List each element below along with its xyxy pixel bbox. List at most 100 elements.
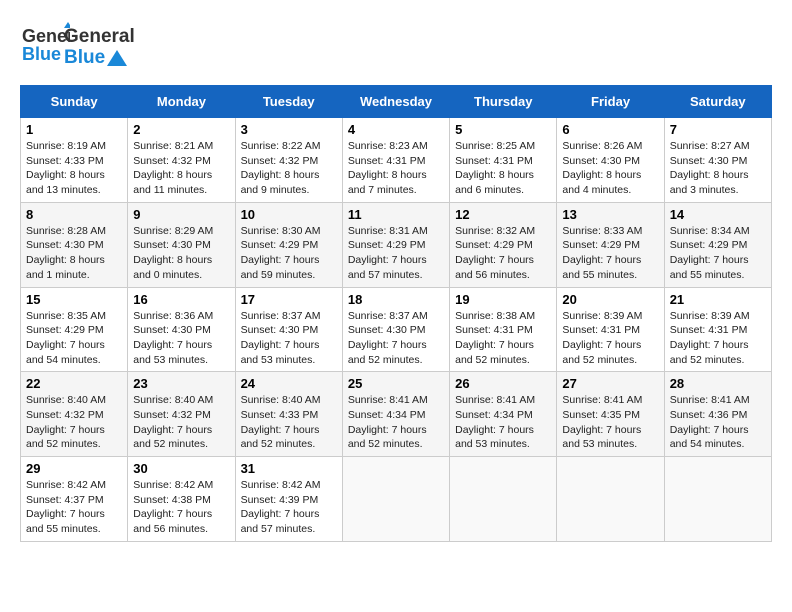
day-info: Sunrise: 8:28 AM Sunset: 4:30 PM Dayligh… [26,224,122,283]
day-info: Sunrise: 8:41 AM Sunset: 4:35 PM Dayligh… [562,393,658,452]
calendar-table: SundayMondayTuesdayWednesdayThursdayFrid… [20,85,772,542]
day-number: 15 [26,292,122,307]
daylight-label: Daylight: 7 hours and 52 minutes. [241,424,320,451]
calendar-cell: 17 Sunrise: 8:37 AM Sunset: 4:30 PM Dayl… [235,287,342,372]
sunset-label: Sunset: 4:30 PM [26,239,104,251]
daylight-label: Daylight: 8 hours and 4 minutes. [562,169,641,196]
svg-text:General: General [22,26,70,46]
daylight-label: Daylight: 7 hours and 52 minutes. [455,339,534,366]
sunset-label: Sunset: 4:29 PM [670,239,748,251]
calendar-cell: 22 Sunrise: 8:40 AM Sunset: 4:32 PM Dayl… [21,372,128,457]
sunset-label: Sunset: 4:30 PM [133,324,211,336]
day-info: Sunrise: 8:34 AM Sunset: 4:29 PM Dayligh… [670,224,766,283]
sunrise-label: Sunrise: 8:41 AM [455,394,535,406]
page-header: General Blue General Blue [20,20,772,75]
day-number: 25 [348,376,444,391]
day-number: 14 [670,207,766,222]
sunrise-label: Sunrise: 8:37 AM [348,310,428,322]
day-number: 7 [670,122,766,137]
logo-bird-icon [107,50,127,66]
day-number: 10 [241,207,337,222]
weekday-header-friday: Friday [557,86,664,118]
daylight-label: Daylight: 7 hours and 53 minutes. [241,339,320,366]
sunrise-label: Sunrise: 8:31 AM [348,225,428,237]
sunrise-label: Sunrise: 8:22 AM [241,140,321,152]
daylight-label: Daylight: 7 hours and 52 minutes. [562,339,641,366]
day-info: Sunrise: 8:31 AM Sunset: 4:29 PM Dayligh… [348,224,444,283]
sunset-label: Sunset: 4:36 PM [670,409,748,421]
day-number: 26 [455,376,551,391]
day-number: 9 [133,207,229,222]
calendar-cell: 16 Sunrise: 8:36 AM Sunset: 4:30 PM Dayl… [128,287,235,372]
sunrise-label: Sunrise: 8:39 AM [670,310,750,322]
calendar-cell: 8 Sunrise: 8:28 AM Sunset: 4:30 PM Dayli… [21,202,128,287]
day-number: 23 [133,376,229,391]
day-info: Sunrise: 8:32 AM Sunset: 4:29 PM Dayligh… [455,224,551,283]
sunset-label: Sunset: 4:39 PM [241,494,319,506]
day-info: Sunrise: 8:22 AM Sunset: 4:32 PM Dayligh… [241,139,337,198]
sunset-label: Sunset: 4:37 PM [26,494,104,506]
calendar-cell: 25 Sunrise: 8:41 AM Sunset: 4:34 PM Dayl… [342,372,449,457]
calendar-cell: 7 Sunrise: 8:27 AM Sunset: 4:30 PM Dayli… [664,118,771,203]
sunset-label: Sunset: 4:30 PM [133,239,211,251]
calendar-cell: 20 Sunrise: 8:39 AM Sunset: 4:31 PM Dayl… [557,287,664,372]
sunrise-label: Sunrise: 8:33 AM [562,225,642,237]
logo-blue-text: Blue [64,48,135,69]
weekday-header-thursday: Thursday [450,86,557,118]
sunrise-label: Sunrise: 8:41 AM [670,394,750,406]
sunset-label: Sunset: 4:31 PM [348,155,426,167]
logo: General Blue General Blue [20,20,135,75]
sunset-label: Sunset: 4:29 PM [26,324,104,336]
calendar-cell: 26 Sunrise: 8:41 AM Sunset: 4:34 PM Dayl… [450,372,557,457]
sunrise-label: Sunrise: 8:26 AM [562,140,642,152]
day-number: 13 [562,207,658,222]
day-info: Sunrise: 8:26 AM Sunset: 4:30 PM Dayligh… [562,139,658,198]
daylight-label: Daylight: 8 hours and 3 minutes. [670,169,749,196]
sunrise-label: Sunrise: 8:40 AM [133,394,213,406]
calendar-cell: 13 Sunrise: 8:33 AM Sunset: 4:29 PM Dayl… [557,202,664,287]
day-number: 18 [348,292,444,307]
calendar-cell: 2 Sunrise: 8:21 AM Sunset: 4:32 PM Dayli… [128,118,235,203]
daylight-label: Daylight: 7 hours and 59 minutes. [241,254,320,281]
calendar-cell: 24 Sunrise: 8:40 AM Sunset: 4:33 PM Dayl… [235,372,342,457]
sunset-label: Sunset: 4:31 PM [455,324,533,336]
sunset-label: Sunset: 4:33 PM [241,409,319,421]
daylight-label: Daylight: 7 hours and 52 minutes. [670,339,749,366]
day-info: Sunrise: 8:30 AM Sunset: 4:29 PM Dayligh… [241,224,337,283]
sunset-label: Sunset: 4:30 PM [562,155,640,167]
sunrise-label: Sunrise: 8:40 AM [26,394,106,406]
calendar-cell [557,457,664,542]
calendar-cell [664,457,771,542]
daylight-label: Daylight: 8 hours and 1 minute. [26,254,105,281]
calendar-cell [342,457,449,542]
calendar-cell [450,457,557,542]
day-info: Sunrise: 8:38 AM Sunset: 4:31 PM Dayligh… [455,309,551,368]
sunset-label: Sunset: 4:31 PM [562,324,640,336]
sunset-label: Sunset: 4:29 PM [455,239,533,251]
day-info: Sunrise: 8:39 AM Sunset: 4:31 PM Dayligh… [670,309,766,368]
sunrise-label: Sunrise: 8:34 AM [670,225,750,237]
svg-text:Blue: Blue [22,44,61,64]
calendar-cell: 14 Sunrise: 8:34 AM Sunset: 4:29 PM Dayl… [664,202,771,287]
sunrise-label: Sunrise: 8:41 AM [348,394,428,406]
daylight-label: Daylight: 7 hours and 55 minutes. [670,254,749,281]
day-number: 22 [26,376,122,391]
day-info: Sunrise: 8:37 AM Sunset: 4:30 PM Dayligh… [241,309,337,368]
calendar-cell: 19 Sunrise: 8:38 AM Sunset: 4:31 PM Dayl… [450,287,557,372]
sunrise-label: Sunrise: 8:42 AM [241,479,321,491]
daylight-label: Daylight: 7 hours and 57 minutes. [348,254,427,281]
calendar-cell: 18 Sunrise: 8:37 AM Sunset: 4:30 PM Dayl… [342,287,449,372]
sunset-label: Sunset: 4:32 PM [133,155,211,167]
calendar-cell: 6 Sunrise: 8:26 AM Sunset: 4:30 PM Dayli… [557,118,664,203]
day-number: 17 [241,292,337,307]
calendar-cell: 31 Sunrise: 8:42 AM Sunset: 4:39 PM Dayl… [235,457,342,542]
calendar-cell: 4 Sunrise: 8:23 AM Sunset: 4:31 PM Dayli… [342,118,449,203]
day-number: 16 [133,292,229,307]
calendar-cell: 28 Sunrise: 8:41 AM Sunset: 4:36 PM Dayl… [664,372,771,457]
sunrise-label: Sunrise: 8:25 AM [455,140,535,152]
day-number: 28 [670,376,766,391]
sunset-label: Sunset: 4:30 PM [670,155,748,167]
calendar-cell: 30 Sunrise: 8:42 AM Sunset: 4:38 PM Dayl… [128,457,235,542]
day-info: Sunrise: 8:40 AM Sunset: 4:32 PM Dayligh… [133,393,229,452]
sunrise-label: Sunrise: 8:27 AM [670,140,750,152]
